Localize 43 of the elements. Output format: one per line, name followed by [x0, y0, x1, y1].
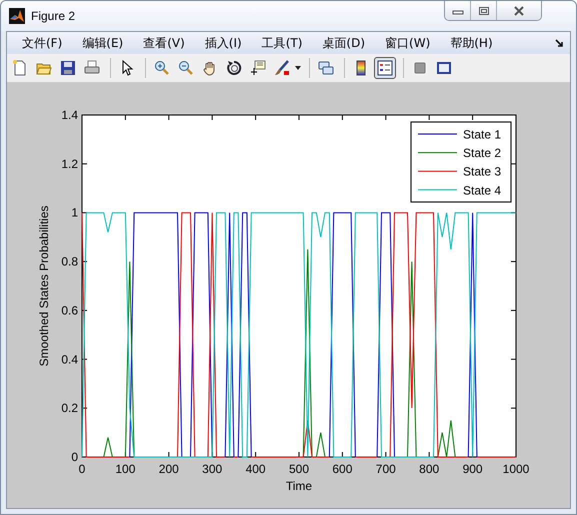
- caret-icon[interactable]: [295, 66, 301, 70]
- y-tick-label: 0.6: [61, 303, 78, 318]
- x-tick-label: 500: [288, 462, 310, 476]
- menu-item[interactable]: 查看(V): [136, 34, 192, 52]
- x-tick-label: 1000: [502, 462, 530, 476]
- dock-arrow-icon[interactable]: [555, 38, 564, 48]
- minimize-button[interactable]: [445, 1, 471, 20]
- window-title: Figure 2: [31, 9, 76, 23]
- x-tick-label: 400: [246, 462, 266, 476]
- x-tick-label: 100: [115, 462, 136, 476]
- y-tick-label: 1: [71, 206, 78, 220]
- legend-label: State 3: [463, 164, 502, 179]
- menu-item[interactable]: 文件(F): [15, 34, 70, 52]
- y-tick-label: 1.2: [61, 156, 78, 171]
- x-tick-label: 700: [376, 462, 396, 476]
- restore-icon[interactable]: [478, 6, 490, 16]
- menu-item[interactable]: 编辑(E): [75, 34, 130, 52]
- maximize-button[interactable]: [471, 1, 497, 20]
- y-tick-label: 0.8: [61, 254, 78, 269]
- x-axis-label: Time: [286, 479, 312, 493]
- legend-label: State 2: [463, 146, 502, 160]
- x-tick-label: 200: [158, 462, 179, 476]
- menu-item[interactable]: 工具(T): [254, 34, 310, 52]
- y-tick-label: 0.2: [61, 401, 78, 416]
- y-axis-label: Smoothed States Probabilities: [37, 206, 51, 366]
- close-icon[interactable]: [513, 6, 525, 16]
- y-tick-label: 1.4: [61, 108, 78, 122]
- menu-item[interactable]: 桌面(D): [315, 34, 372, 52]
- x-tick-label: 800: [419, 462, 440, 476]
- menu-item[interactable]: 窗口(W): [378, 34, 438, 52]
- close-button[interactable]: [497, 1, 541, 20]
- legend-label: State 1: [463, 128, 502, 142]
- menu-item[interactable]: 插入(I): [198, 34, 249, 52]
- app-logo-icon: [9, 8, 25, 24]
- x-tick-label: 0: [78, 462, 86, 476]
- menu-item[interactable]: 帮助(H): [443, 34, 500, 52]
- y-tick-label: 0.4: [61, 352, 78, 366]
- x-tick-label: 600: [332, 462, 352, 476]
- y-tick-label: 0: [71, 450, 78, 464]
- x-tick-label: 300: [202, 462, 222, 476]
- legend-icon[interactable]: [374, 57, 396, 79]
- x-tick-label: 900: [462, 462, 483, 476]
- legend-label: State 4: [463, 183, 502, 198]
